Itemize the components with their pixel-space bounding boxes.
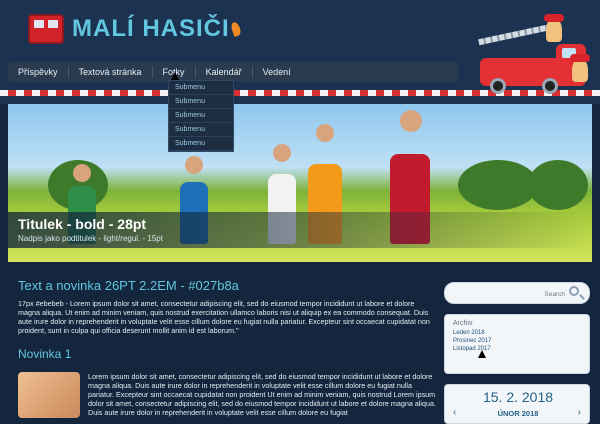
site-title: MALÍ HASIČI [72,15,230,42]
wheel-icon [490,78,506,94]
child-head [273,144,291,162]
main-content: Text a novinka 26PT 2.2EM - #027b8a 17px… [18,278,438,367]
child-head [73,164,91,182]
wheel-icon [542,78,558,94]
child-head [316,124,334,142]
archive-link[interactable]: Leden 2018 [453,329,581,337]
submenu-item[interactable]: Submenu [169,95,233,109]
archive-link[interactable]: Prosinec 2017 [453,337,581,345]
sidebar: Archiv Leden 2018 Prosinec 2017 Listopad… [444,282,590,424]
search-box [444,282,590,304]
hero-caption: Titulek - bold - 28pt Nadpis jako podtit… [8,212,592,248]
calendar-month: ÚNOR 2018 [497,409,539,418]
nav-item-vedeni[interactable]: Vedení [253,66,301,78]
tree-shape [528,160,588,210]
chevron-left-icon[interactable]: ‹ [453,407,456,418]
main-nav: Příspěvky Textová stránka Fotky Kalendář… [8,62,458,82]
content-heading: Text a novinka 26PT 2.2EM - #027b8a [18,278,239,293]
calendar-date: 15. 2. 2018 [482,389,554,405]
ladder-shape [478,24,548,46]
submenu-item[interactable]: Submenu [169,137,233,151]
content-intro: 17px #ebebeb - Lorem ipsum dolor sit ame… [18,299,430,335]
site-header: MALÍ HASIČI Příspěvky Textová stránka Fo… [0,0,600,104]
chevron-right-icon[interactable]: › [578,407,581,418]
submenu-dropdown: Submenu Submenu Submenu Submenu Submenu [168,80,234,152]
search-icon[interactable] [569,286,579,296]
nav-item-textova-stranka[interactable]: Textová stránka [69,66,153,78]
flame-icon [229,21,242,37]
submenu-item[interactable]: Submenu [169,109,233,123]
calendar-widget: 15. 2. 2018 ‹ ÚNOR 2018 › [444,384,590,424]
hero-title: Titulek - bold - 28pt [18,216,147,232]
submenu-item[interactable]: Submenu [169,123,233,137]
news-thumbnail[interactable] [18,372,80,418]
fire-truck-icon [28,14,64,44]
fire-truck-illustration [472,14,596,98]
submenu-item[interactable]: Submenu [169,81,233,95]
nav-item-kalendar[interactable]: Kalendář [196,66,253,78]
hero-banner: Titulek - bold - 28pt Nadpis jako podtit… [8,104,592,262]
firefighter-icon [570,54,590,82]
firefighter-icon [544,14,564,42]
child-head [185,156,203,174]
child-head [400,110,422,132]
nav-item-prispevky[interactable]: Příspěvky [8,66,69,78]
tree-shape [458,160,538,210]
archive-widget: Archiv Leden 2018 Prosinec 2017 Listopad… [444,314,590,374]
mouse-cursor-icon [171,72,179,80]
hero-subtitle: Nadpis jako podtitulek - light/regul. - … [18,234,163,243]
news-text: Lorem ipsum dolor sit amet, consectetur … [88,372,436,417]
search-input[interactable] [453,286,567,302]
mouse-cursor-icon [478,350,486,358]
archive-link[interactable]: Listopad 2017 [453,345,581,353]
archive-title: Archiv [453,320,473,327]
site-logo[interactable]: MALÍ HASIČI [28,14,242,44]
news-title[interactable]: Novinka 1 [18,347,438,361]
